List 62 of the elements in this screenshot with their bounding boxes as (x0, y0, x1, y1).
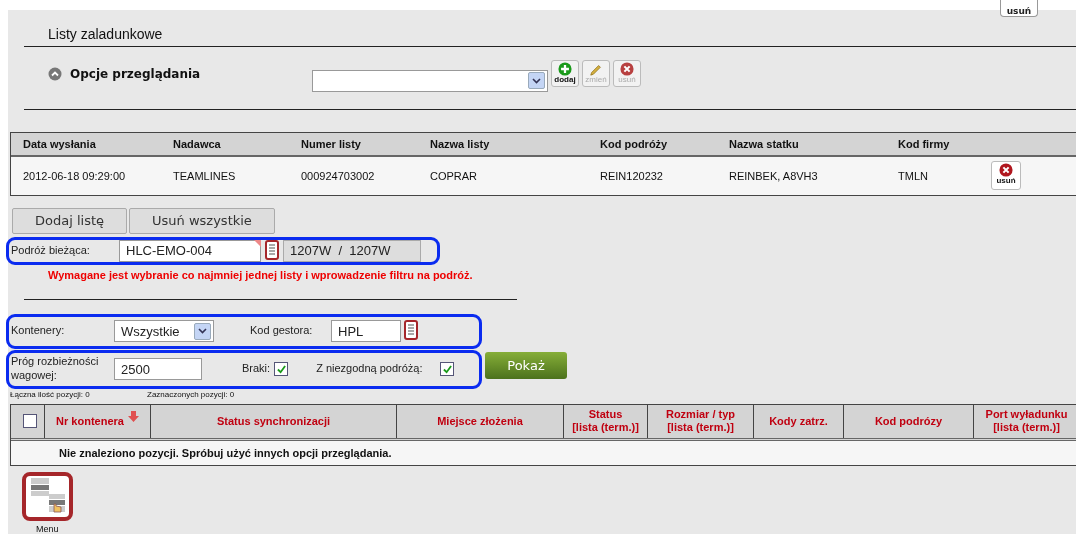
count-text: Łączna ilość pozycji: 0 (10, 389, 91, 399)
section-title: Listy zaladunkowe (48, 26, 163, 42)
column-header: Kod podróży (600, 137, 669, 150)
error-message: Wymagane jest wybranie co najmniej jednej listy i wprowadzenie filtru na podróż. (48, 269, 474, 281)
table-cell-text: REINBEK, A8VH3 (729, 169, 819, 182)
field-label: Kod gestora: (249, 324, 314, 339)
column-header: Numer listy (301, 137, 362, 150)
column-header[interactable]: Kod podrózy (844, 404, 974, 438)
delete-button[interactable]: usuń (1000, 0, 1038, 17)
checkbox[interactable] (274, 362, 289, 377)
empty-message: Nie znaleziono pozycji. Spróbuj użyć innych opcji przeglądania. (11, 440, 1076, 465)
column-header: Data wysłania (22, 137, 97, 150)
field-label: Próg rozbieżności wagowej: (10, 355, 100, 383)
list-button[interactable]: Usuń wszystkie (129, 207, 275, 234)
checkbox[interactable] (22, 414, 37, 429)
delete-icon (999, 162, 1013, 177)
delete-button[interactable]: usuń (991, 160, 1021, 190)
table-cell-text: 000924703002 (301, 169, 376, 182)
field-label: Kontenery: (10, 324, 66, 339)
field-label: Z niezgodną podróżą: (315, 362, 424, 377)
column-header[interactable]: Status [lista (term.)] (564, 404, 648, 438)
table-cell-text: REIN120232 (600, 169, 664, 182)
table-cell-text: 2012-06-18 09:29:00 (22, 169, 127, 182)
column-header[interactable]: Port wyładunku [lista (term.)] (974, 404, 1076, 438)
column-header[interactable]: Miejsce złożenia (397, 404, 564, 438)
list-icon[interactable] (265, 239, 279, 260)
column-header[interactable]: Rozmiar / typ [lista (term.)] (648, 404, 754, 438)
field-label: Podróż bieżąca: (10, 243, 91, 258)
column-header: Kod firmy (898, 137, 951, 150)
voyage-input[interactable]: HLC-EMO-004 (119, 239, 261, 262)
column-header[interactable]: Nr kontenera (45, 404, 151, 438)
menu-label: Menu (36, 524, 60, 534)
column-header: Nadawca (173, 137, 222, 150)
chevron-up-icon[interactable] (48, 66, 62, 81)
show-button[interactable]: Pokaż (485, 351, 567, 379)
table-cell-text: COPRAR (430, 169, 479, 182)
options-label[interactable]: Opcje przeglądania (70, 66, 312, 81)
corner-marker-icon (254, 239, 261, 247)
field-label: Braki: (242, 362, 271, 377)
voyage-readonly-field[interactable]: 1207W / 1207W (283, 239, 421, 262)
table-cell-text: TMLN (898, 169, 929, 182)
column-header[interactable]: Kody zatrz. (754, 404, 844, 438)
caret-icon (194, 322, 211, 340)
list-icon[interactable] (404, 320, 418, 341)
options-select[interactable] (312, 69, 548, 92)
table-cell-text: TEAMLINES (173, 169, 237, 182)
operator-input[interactable]: HPL (331, 320, 401, 343)
sort-arrow-icon (127, 410, 139, 422)
plus-icon (558, 61, 572, 76)
column-header: Nazwa listy (430, 137, 491, 150)
containers-select[interactable]: Wszystkie (114, 320, 214, 343)
count-text: Zaznaczonych pozycji: 0 (147, 389, 235, 399)
add-button[interactable]: dodaj (551, 59, 579, 87)
checkbox[interactable] (440, 362, 455, 377)
column-header: Nazwa statku (729, 137, 800, 150)
list-button[interactable]: Dodaj listę (12, 207, 128, 234)
column-header[interactable]: Status synchronizacji (151, 404, 397, 438)
select-value: Wszystkie (121, 323, 180, 339)
threshold-input[interactable]: 2500 (114, 358, 202, 381)
caret-icon (528, 72, 545, 90)
delete-icon (620, 61, 634, 76)
menu-button[interactable] (22, 471, 73, 521)
